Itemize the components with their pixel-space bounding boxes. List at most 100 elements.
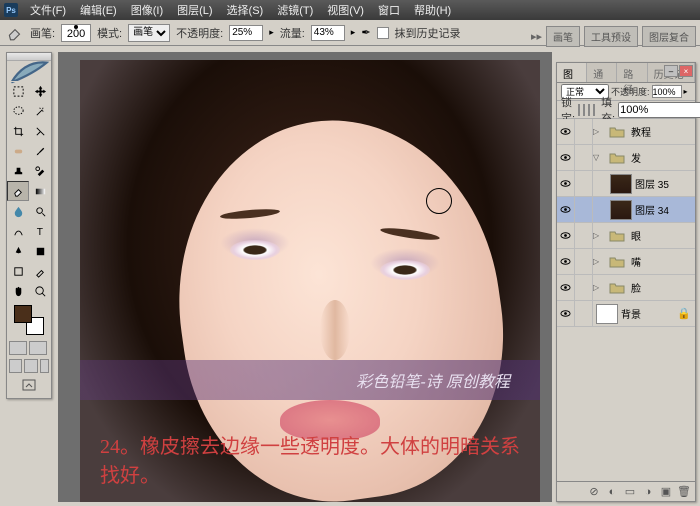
tool-hand[interactable] — [7, 281, 29, 301]
tab-paths[interactable]: 路径 — [617, 63, 647, 82]
palette-tab-presets[interactable]: 工具预设 — [584, 26, 638, 47]
menu-view[interactable]: 视图(V) — [321, 0, 370, 20]
layer-row[interactable]: ▷ 教程 — [557, 119, 695, 145]
tool-zoom[interactable] — [29, 281, 51, 301]
mode-select[interactable]: 画笔 — [128, 24, 170, 42]
dock-toggle-icon[interactable]: ▸▸ — [531, 30, 542, 43]
new-layer-icon[interactable]: ▣ — [659, 485, 673, 499]
tab-channels[interactable]: 通道 — [587, 63, 617, 82]
menu-edit[interactable]: 编辑(E) — [74, 0, 123, 20]
arrow-right-icon[interactable]: ▷ — [593, 283, 603, 292]
tool-dodge[interactable] — [29, 201, 51, 221]
link-cell[interactable] — [575, 145, 593, 170]
lock-pixels[interactable] — [583, 104, 585, 116]
layer-row[interactable]: 图层 35 — [557, 171, 695, 197]
link-cell[interactable] — [575, 249, 593, 274]
arrow-right-icon[interactable]: ▷ — [593, 257, 603, 266]
menu-layer[interactable]: 图层(L) — [171, 0, 218, 20]
palette-tab-brush[interactable]: 画笔 — [546, 26, 580, 47]
arrow-right-icon[interactable]: ▷ — [593, 127, 603, 136]
layer-row[interactable]: ▷脸 — [557, 275, 695, 301]
panel-close[interactable]: × — [679, 65, 693, 77]
menu-help[interactable]: 帮助(H) — [408, 0, 457, 20]
layer-opacity-input[interactable] — [652, 85, 682, 98]
layer-name[interactable]: 教程 — [631, 124, 695, 139]
tool-type[interactable]: T — [29, 221, 51, 241]
document-canvas[interactable]: 彩色铅笔-诗 原创教程 24。橡皮擦去边缘一些透明度。大体的明暗关系找好。 — [80, 60, 540, 502]
menu-window[interactable]: 窗口 — [372, 0, 406, 20]
tool-lasso[interactable] — [7, 101, 29, 121]
layer-name[interactable]: 图层 35 — [635, 176, 695, 191]
color-swatches[interactable] — [14, 305, 44, 335]
erase-history-checkbox[interactable] — [377, 27, 389, 39]
link-cell[interactable] — [575, 223, 593, 248]
link-cell[interactable] — [575, 119, 593, 144]
airbrush-icon[interactable]: ✒ — [361, 26, 370, 39]
menu-image[interactable]: 图像(I) — [125, 0, 169, 20]
tool-notes[interactable] — [7, 261, 29, 281]
tool-crop[interactable] — [7, 121, 29, 141]
layer-name[interactable]: 发 — [631, 150, 695, 165]
menu-filter[interactable]: 滤镜(T) — [271, 0, 319, 20]
layer-row[interactable]: 背景🔒 — [557, 301, 695, 327]
fx-icon[interactable]: ⊘ — [587, 485, 601, 499]
layer-row[interactable]: ▷嘴 — [557, 249, 695, 275]
visibility-toggle[interactable] — [557, 275, 575, 300]
visibility-toggle[interactable] — [557, 249, 575, 274]
visibility-toggle[interactable] — [557, 119, 575, 144]
arrow-down-icon[interactable]: ▽ — [593, 153, 603, 162]
tool-path[interactable] — [7, 221, 29, 241]
tool-pen[interactable] — [7, 241, 29, 261]
link-cell[interactable] — [575, 275, 593, 300]
tool-marquee[interactable] — [7, 81, 29, 101]
trash-icon[interactable]: 🗑 — [677, 485, 691, 499]
link-cell[interactable] — [575, 171, 593, 196]
layer-row[interactable]: ▽发 — [557, 145, 695, 171]
tool-shape[interactable] — [29, 241, 51, 261]
layer-name[interactable]: 背景 — [621, 306, 677, 321]
layer-name[interactable]: 脸 — [631, 280, 695, 295]
jump-to-icon[interactable] — [7, 375, 51, 398]
brush-preset-picker[interactable]: 200 — [61, 24, 91, 42]
fill-input[interactable] — [618, 102, 700, 118]
lock-all[interactable] — [593, 104, 595, 116]
layer-row[interactable]: 图层 34 — [557, 197, 695, 223]
visibility-toggle[interactable] — [557, 223, 575, 248]
layer-name[interactable]: 眼 — [631, 228, 695, 243]
tool-wand[interactable] — [29, 101, 51, 121]
tool-slice[interactable] — [29, 121, 51, 141]
palette-tab-comps[interactable]: 图层复合 — [642, 26, 696, 47]
visibility-toggle[interactable] — [557, 197, 575, 222]
quickmask-mode-icon[interactable] — [29, 341, 47, 355]
panel-minimize[interactable]: – — [664, 65, 678, 77]
layer-row[interactable]: ▷眼 — [557, 223, 695, 249]
mask-icon[interactable]: ◐ — [605, 485, 619, 499]
opacity-input[interactable] — [229, 25, 263, 41]
menu-file[interactable]: 文件(F) — [24, 0, 72, 20]
tool-heal[interactable] — [7, 141, 29, 161]
tab-layers[interactable]: 图层 — [557, 63, 587, 82]
tool-history-brush[interactable] — [29, 161, 51, 181]
flow-input[interactable] — [311, 25, 345, 41]
tool-blur[interactable] — [7, 201, 29, 221]
tool-gradient[interactable] — [29, 181, 51, 201]
foreground-color[interactable] — [14, 305, 32, 323]
tool-brush[interactable] — [29, 141, 51, 161]
visibility-toggle[interactable] — [557, 171, 575, 196]
arrow-right-icon[interactable]: ▷ — [593, 231, 603, 240]
link-cell[interactable] — [575, 301, 593, 326]
visibility-toggle[interactable] — [557, 145, 575, 170]
tool-eraser[interactable] — [7, 181, 29, 201]
visibility-toggle[interactable] — [557, 301, 575, 326]
screen-mode-1[interactable] — [9, 359, 22, 373]
lock-transparency[interactable] — [578, 104, 580, 116]
tool-move[interactable] — [29, 81, 51, 101]
tool-eyedropper[interactable] — [29, 261, 51, 281]
new-folder-icon[interactable]: ▭ — [623, 485, 637, 499]
menu-select[interactable]: 选择(S) — [221, 0, 270, 20]
lock-position[interactable] — [588, 104, 590, 116]
layer-name[interactable]: 嘴 — [631, 254, 695, 269]
link-cell[interactable] — [575, 197, 593, 222]
screen-mode-2[interactable] — [24, 359, 37, 373]
screen-mode-3[interactable] — [40, 359, 49, 373]
